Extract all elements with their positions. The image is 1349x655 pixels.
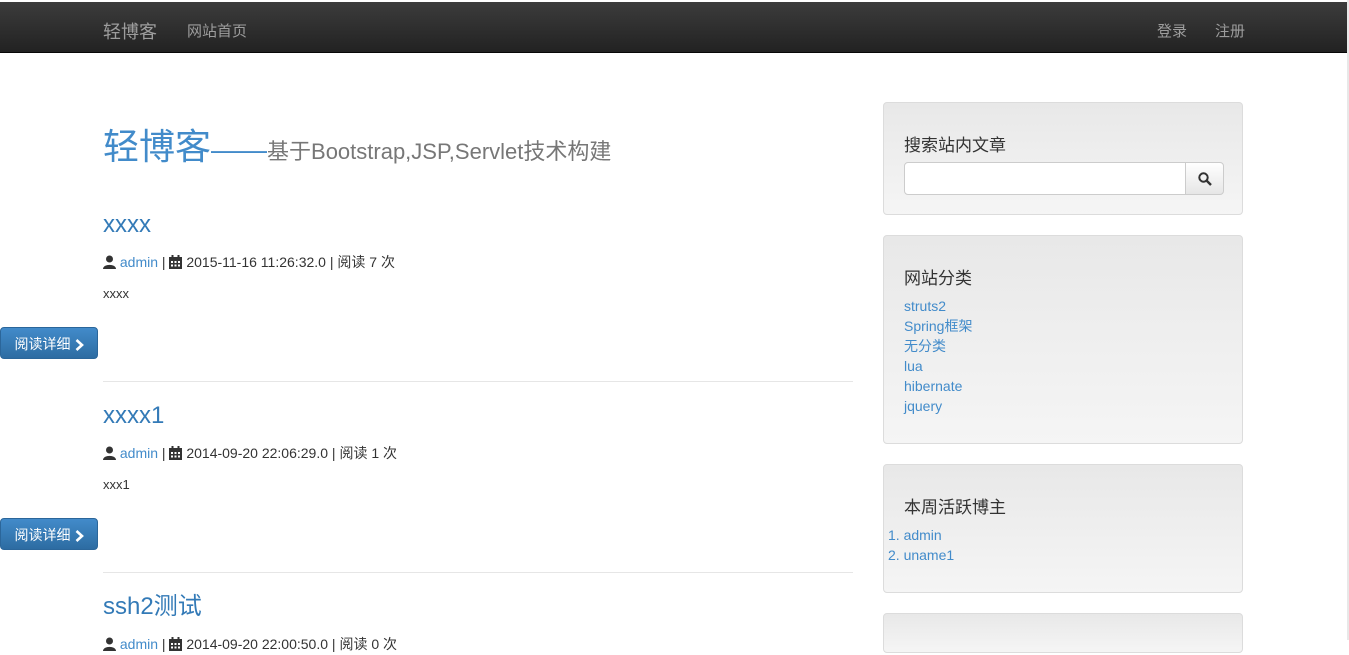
category-link[interactable]: Spring框架	[904, 316, 972, 336]
post-summary: xxxx	[103, 286, 129, 301]
active-bloggers-panel-title: 本周活跃博主	[904, 498, 1006, 517]
brand-link[interactable]: 轻博客	[103, 18, 157, 44]
categories-panel: 网站分类 struts2 Spring框架 无分类 lua hibernate …	[883, 235, 1243, 444]
search-panel: 搜索站内文章	[883, 102, 1243, 215]
meta-separator: |	[329, 254, 334, 270]
categories-panel-title: 网站分类	[904, 269, 972, 288]
active-bloggers-panel: 本周活跃博主 1. admin 2. uname1	[883, 464, 1243, 593]
calendar-icon	[169, 255, 183, 273]
post-read-count: 阅读 1 次	[339, 445, 398, 461]
post-divider	[103, 381, 853, 382]
post-date: 2014-09-20 22:06:29.0	[186, 445, 329, 461]
post-summary: xxx1	[103, 477, 130, 492]
search-input[interactable]	[904, 162, 1186, 195]
read-more-button[interactable]: 阅读详细	[0, 518, 98, 550]
search-button[interactable]	[1185, 162, 1224, 195]
meta-separator: |	[331, 445, 336, 461]
post-meta: admin | 2014-09-20 22:06:29.0 | 阅读 1 次	[103, 444, 853, 464]
category-link[interactable]: lua	[904, 356, 972, 376]
nav-login-link[interactable]: 登录	[1157, 20, 1187, 41]
search-panel-title: 搜索站内文章	[904, 136, 1006, 155]
read-more-label: 阅读详细	[14, 527, 71, 543]
nav-register-link[interactable]: 注册	[1215, 20, 1245, 41]
post-item: xxxx1 admin | 2014-09-20 22:06:29.0 | 阅读…	[103, 402, 853, 493]
category-link[interactable]: jquery	[904, 396, 972, 416]
post-read-count: 阅读 0 次	[339, 636, 398, 652]
post-item: xxxx admin | 2015-11-16 11:26:32.0 | 阅读 …	[103, 211, 853, 302]
post-read-count: 阅读 7 次	[337, 254, 395, 270]
user-icon	[103, 255, 116, 273]
post-title-link[interactable]: xxxx	[103, 211, 151, 238]
post-divider	[103, 572, 853, 573]
top-navbar: 轻博客 网站首页 登录 注册	[0, 2, 1347, 53]
post-author-link[interactable]: admin	[120, 445, 158, 461]
blogger-link[interactable]: 2. uname1	[888, 545, 954, 565]
page-header: 轻博客——基于Bootstrap,JSP,Servlet技术构建	[103, 118, 611, 170]
meta-separator: |	[331, 636, 336, 652]
read-more-label: 阅读详细	[14, 336, 71, 352]
blogger-list: 1. admin 2. uname1	[888, 525, 954, 565]
hero-dash: ——	[211, 134, 268, 165]
hero-title: 轻博客	[103, 127, 212, 168]
search-icon	[1198, 172, 1212, 186]
meta-separator: |	[161, 254, 166, 270]
post-meta: admin | 2014-09-20 22:00:50.0 | 阅读 0 次	[103, 635, 853, 655]
post-date: 2015-11-16 11:26:32.0	[186, 254, 326, 270]
chevron-right-icon	[75, 330, 84, 362]
post-item: ssh2测试 admin | 2014-09-20 22:00:50.0 | 阅…	[103, 593, 853, 655]
category-list: struts2 Spring框架 无分类 lua hibernate jquer…	[904, 296, 972, 416]
category-link[interactable]: 无分类	[904, 336, 972, 356]
sidebar-panel-partial	[883, 613, 1243, 653]
nav-home-link[interactable]: 网站首页	[187, 20, 247, 41]
category-link[interactable]: struts2	[904, 296, 972, 316]
post-title-link[interactable]: ssh2测试	[103, 593, 202, 620]
post-author-link[interactable]: admin	[120, 636, 158, 652]
post-meta: admin | 2015-11-16 11:26:32.0 | 阅读 7 次	[103, 253, 853, 273]
post-date: 2014-09-20 22:00:50.0	[186, 636, 329, 652]
post-author-link[interactable]: admin	[120, 254, 158, 270]
category-link[interactable]: hibernate	[904, 376, 972, 396]
read-more-button[interactable]: 阅读详细	[0, 327, 98, 359]
post-title-link[interactable]: xxxx1	[103, 402, 164, 429]
calendar-icon	[169, 446, 183, 464]
chevron-right-icon	[75, 521, 84, 553]
meta-separator: |	[161, 445, 166, 461]
user-icon	[103, 446, 116, 464]
blogger-link[interactable]: 1. admin	[888, 525, 954, 545]
hero-subtitle: 基于Bootstrap,JSP,Servlet技术构建	[267, 139, 612, 164]
meta-separator: |	[161, 636, 166, 652]
